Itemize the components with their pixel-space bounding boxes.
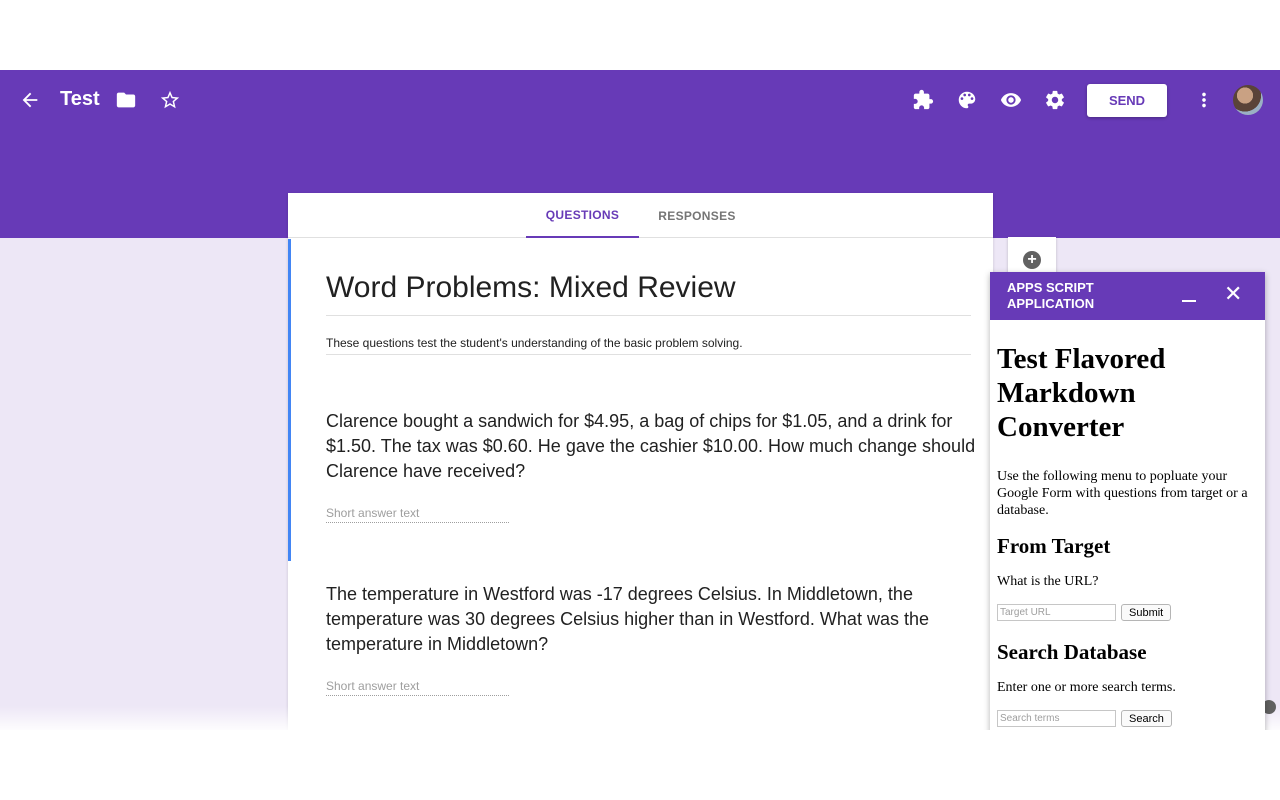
more-vert-icon[interactable] [1192, 88, 1216, 112]
sidebar-body: Test Flavored Markdown Converter Use the… [997, 342, 1259, 730]
tab-questions[interactable]: QUESTIONS [526, 193, 639, 238]
folder-icon[interactable] [114, 88, 138, 112]
account-avatar[interactable] [1233, 85, 1263, 115]
search-terms-input[interactable]: Search terms [997, 710, 1116, 727]
sidebar-heading: Test Flavored Markdown Converter [997, 343, 1166, 443]
sidebar-title: APPS SCRIPT APPLICATION [1007, 280, 1095, 311]
question-title[interactable]: The temperature in Westford was -17 degr… [326, 582, 981, 657]
tab-responses[interactable]: RESPONSES [644, 193, 750, 238]
star-icon[interactable] [158, 88, 182, 112]
addon-puzzle-icon[interactable] [911, 88, 935, 112]
search-prompt: Enter one or more search terms. [997, 680, 1176, 695]
active-section-indicator [288, 239, 291, 561]
top-toolbar: Test SEND [0, 70, 1280, 130]
short-answer-field: Short answer text [326, 506, 509, 523]
form-tabs: QUESTIONS RESPONSES [288, 193, 993, 238]
search-heading: Search Database [997, 640, 1147, 664]
palette-icon[interactable] [955, 88, 979, 112]
search-button[interactable]: Search [1121, 710, 1172, 727]
short-answer-field: Short answer text [326, 679, 509, 696]
form-description[interactable]: These questions test the student's under… [326, 336, 971, 355]
form-title[interactable]: Word Problems: Mixed Review [326, 271, 971, 316]
form-card: QUESTIONS RESPONSES Word Problems: Mixed… [288, 193, 993, 730]
minimize-icon[interactable] [1182, 300, 1196, 302]
question-title[interactable]: Clarence bought a sandwich for $4.95, a … [326, 409, 981, 484]
apps-script-sidebar: APPS SCRIPT APPLICATION ✕ Test Flavored … [990, 272, 1265, 730]
target-url-input[interactable]: Target URL [997, 604, 1116, 621]
sidebar-intro: Use the following menu to popluate your … [997, 469, 1248, 518]
target-row: Target URL Submit [997, 604, 1259, 621]
eye-icon[interactable] [999, 88, 1023, 112]
back-arrow-icon[interactable] [18, 88, 42, 112]
target-prompt: What is the URL? [997, 574, 1099, 589]
submit-button[interactable]: Submit [1121, 604, 1172, 621]
floating-toolbar: + [1008, 237, 1056, 277]
close-icon[interactable]: ✕ [1224, 284, 1242, 306]
forms-editor-viewport: Test SEND QUESTIONS RESPONSES Word Probl… [0, 70, 1280, 730]
target-heading: From Target [997, 534, 1111, 558]
search-row: Search terms Search [997, 710, 1259, 727]
document-title[interactable]: Test [60, 88, 100, 111]
sidebar-header: APPS SCRIPT APPLICATION ✕ [990, 272, 1265, 320]
send-button[interactable]: SEND [1087, 84, 1167, 117]
add-question-icon[interactable]: + [1023, 251, 1041, 269]
gear-icon[interactable] [1043, 88, 1067, 112]
